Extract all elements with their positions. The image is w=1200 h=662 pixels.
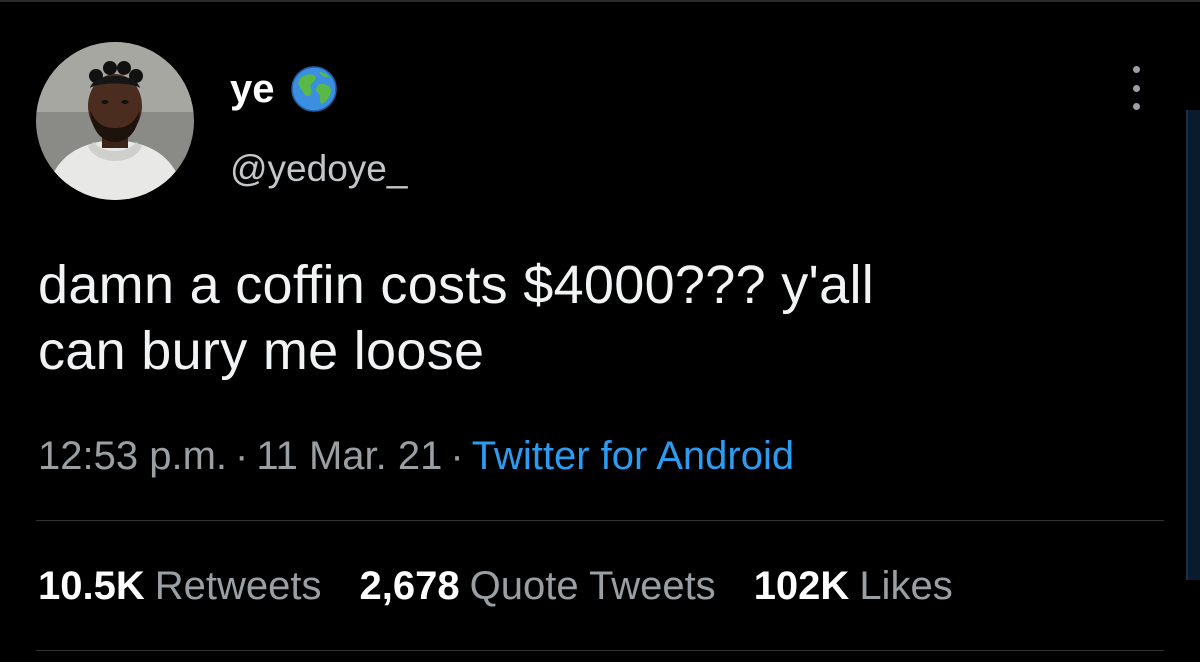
tweet-time[interactable]: 12:53 p.m.: [38, 434, 227, 478]
retweets-count: 10.5K: [38, 564, 145, 608]
quote-tweets-count: 2,678: [359, 564, 460, 608]
tweet-metadata: 12:53 p.m. · 11 Mar. 21 · Twitter for Androi…: [38, 432, 794, 480]
tweet-text: damn a coffin costs $4000??? y'all can b…: [38, 252, 1148, 384]
tweet-date[interactable]: 11 Mar. 21: [256, 434, 442, 478]
quote-tweets-stat[interactable]: 2,678 Quote Tweets: [360, 562, 716, 610]
stats-top-divider: [36, 520, 1164, 521]
display-name[interactable]: ye: [230, 69, 275, 109]
meta-separator: ·: [450, 434, 464, 478]
likes-label: Likes: [859, 564, 953, 608]
likes-count: 102K: [753, 564, 850, 608]
tweet-text-line: damn a coffin costs $4000??? y'all: [38, 255, 875, 315]
profile-photo: [36, 42, 194, 200]
menu-dot: [1132, 66, 1140, 73]
more-vertical-icon[interactable]: [1118, 66, 1154, 110]
retweets-stat[interactable]: 10.5K Retweets: [38, 562, 322, 610]
author-name-row[interactable]: ye: [230, 64, 339, 114]
scrollbar[interactable]: [1186, 110, 1200, 580]
quote-tweets-label: Quote Tweets: [469, 564, 716, 608]
meta-separator: ·: [235, 434, 249, 478]
tweet-text-line: can bury me loose: [38, 321, 485, 381]
stats-bottom-divider: [36, 650, 1164, 651]
engagement-stats: 10.5K Retweets 2,678 Quote Tweets 102K Like…: [38, 562, 953, 610]
menu-dot: [1132, 103, 1140, 110]
top-divider: [0, 0, 1200, 2]
menu-dot: [1132, 84, 1140, 92]
tweet-source-link[interactable]: Twitter for Android: [472, 434, 794, 478]
likes-stat[interactable]: 102K Likes: [754, 562, 953, 610]
author-handle[interactable]: @yedoye_: [230, 150, 407, 187]
globe-icon: [290, 66, 337, 112]
avatar[interactable]: [36, 42, 194, 200]
retweets-label: Retweets: [154, 564, 322, 608]
